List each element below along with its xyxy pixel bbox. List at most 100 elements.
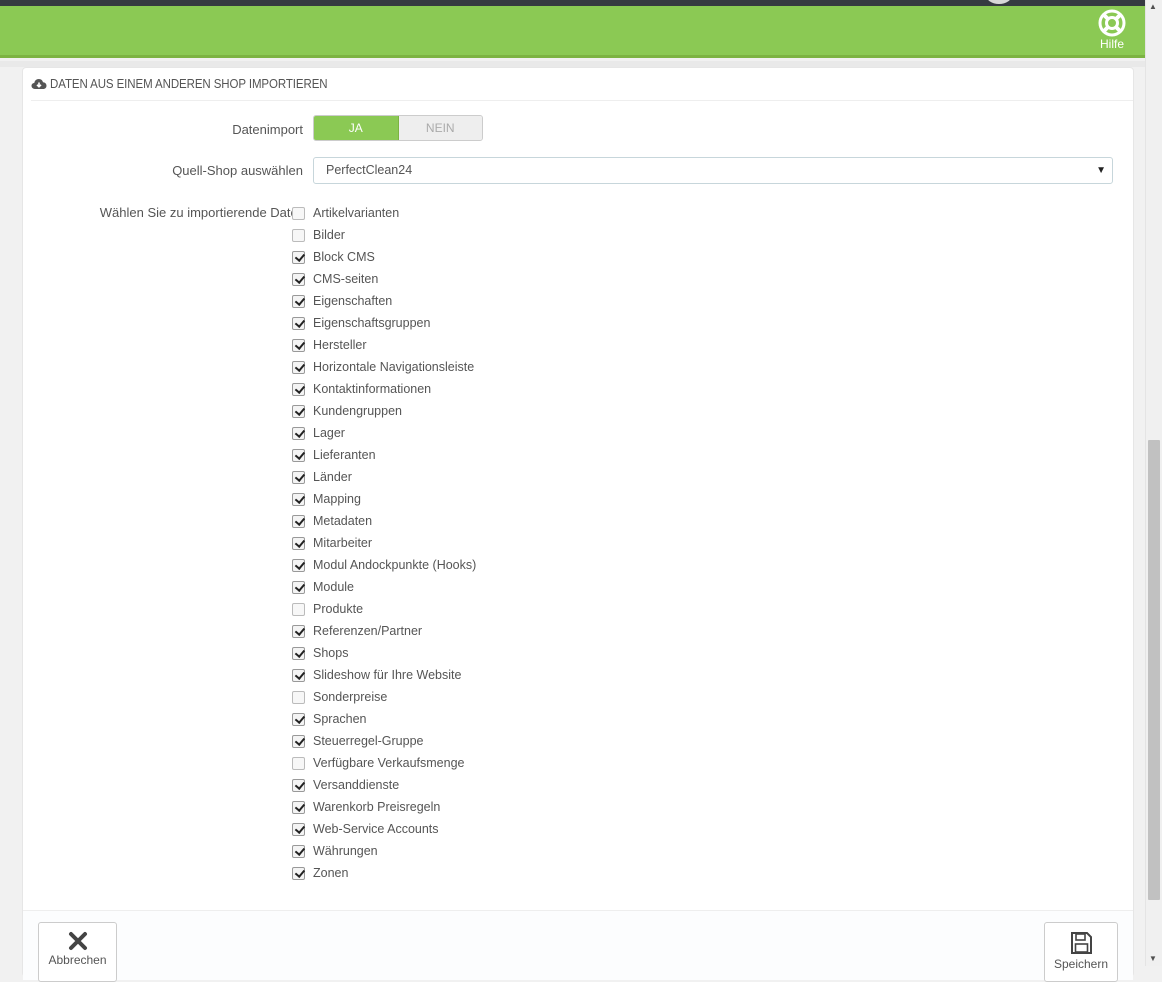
save-button[interactable]: Speichern (1044, 922, 1118, 982)
checkbox-row[interactable]: Block CMS (292, 246, 476, 268)
data-checkbox[interactable] (292, 602, 305, 616)
help-button[interactable]: Hilfe (1094, 9, 1130, 53)
import-switch[interactable]: JA NEIN (313, 115, 483, 141)
checkbox-label: Slideshow für Ihre Website (313, 668, 462, 682)
checkbox-row[interactable]: CMS-seiten (292, 268, 476, 290)
save-label: Speichern (1053, 957, 1109, 971)
lifebuoy-icon (1098, 9, 1126, 37)
checkbox-label: Lieferanten (313, 448, 376, 462)
checkbox-label: Kontaktinformationen (313, 382, 432, 396)
checkbox-label: Bilder (313, 228, 345, 242)
checkbox-row[interactable]: Eigenschaftsgruppen (292, 312, 476, 334)
checkbox-label: Metadaten (313, 514, 373, 528)
checkbox-label: Mapping (313, 492, 361, 506)
data-checkbox[interactable] (292, 734, 305, 748)
scrollbar-thumb[interactable] (1148, 440, 1160, 900)
data-checkbox[interactable] (292, 558, 305, 572)
checkbox-row[interactable]: Warenkorb Preisregeln (292, 796, 476, 818)
data-checkbox[interactable] (292, 668, 305, 682)
checkbox-row[interactable]: Eigenschaften (292, 290, 476, 312)
checkbox-row[interactable]: Sonderpreise (292, 686, 476, 708)
data-checkbox[interactable] (292, 690, 305, 704)
checkbox-label: Eigenschaftsgruppen (313, 316, 431, 330)
checkbox-label: Web-Service Accounts (313, 822, 439, 836)
data-checkbox[interactable] (292, 580, 305, 594)
checkbox-row[interactable]: Lieferanten (292, 444, 476, 466)
data-checkbox[interactable] (292, 624, 305, 638)
checkbox-row[interactable]: Module (292, 576, 476, 598)
data-checkbox[interactable] (292, 338, 305, 352)
data-checkbox[interactable] (292, 844, 305, 858)
checkbox-row[interactable]: Versanddienste (292, 774, 476, 796)
checkbox-label: Modul Andockpunkte (Hooks) (313, 558, 477, 572)
checkbox-row[interactable]: Shops (292, 642, 476, 664)
checkbox-row[interactable]: Artikelvarianten (292, 202, 476, 224)
checkbox-row[interactable]: Lager (292, 422, 476, 444)
panel-heading: Daten aus einem anderen Shop importieren (31, 68, 1133, 101)
checkbox-row[interactable]: Horizontale Navigationsleiste (292, 356, 476, 378)
checkbox-row[interactable]: Verfügbare Verkaufsmenge (292, 752, 476, 774)
data-checkbox[interactable] (292, 250, 305, 264)
checkbox-row[interactable]: Web-Service Accounts (292, 818, 476, 840)
data-checkbox[interactable] (292, 646, 305, 660)
data-checkbox[interactable] (292, 316, 305, 330)
data-checkbox[interactable] (292, 712, 305, 726)
source-shop-label: Quell-Shop auswählen (172, 163, 303, 178)
data-checkbox[interactable] (292, 866, 305, 880)
data-checkbox[interactable] (292, 360, 305, 374)
data-checkbox[interactable] (292, 536, 305, 550)
checkbox-label: Sprachen (313, 712, 367, 726)
switch-yes-option[interactable]: JA (314, 116, 399, 140)
checkbox-label: Verfügbare Verkaufsmenge (313, 756, 465, 770)
checkbox-label: Sonderpreise (313, 690, 388, 704)
checkbox-row[interactable]: Modul Andockpunkte (Hooks) (292, 554, 476, 576)
checkbox-row[interactable]: Kontaktinformationen (292, 378, 476, 400)
data-checkbox[interactable] (292, 756, 305, 770)
data-checkbox[interactable] (292, 470, 305, 484)
checkbox-label: CMS-seiten (313, 272, 379, 286)
data-selection-label: Wählen Sie zu importierende Daten (99, 205, 305, 220)
checkbox-row[interactable]: Länder (292, 466, 476, 488)
checkbox-row[interactable]: Kundengruppen (292, 400, 476, 422)
data-checkbox[interactable] (292, 492, 305, 506)
checkbox-row[interactable]: Slideshow für Ihre Website (292, 664, 476, 686)
checkbox-label: Lager (313, 426, 345, 440)
checkbox-row[interactable]: Produkte (292, 598, 476, 620)
vertical-scrollbar[interactable]: ▲ ▼ (1145, 0, 1162, 966)
switch-no-option[interactable]: NEIN (398, 116, 482, 140)
scroll-down-icon[interactable]: ▼ (1149, 954, 1157, 963)
data-checkbox[interactable] (292, 294, 305, 308)
panel-title: Daten aus einem anderen Shop importieren (50, 77, 328, 91)
data-checkbox[interactable] (292, 822, 305, 836)
checkbox-label: Hersteller (313, 338, 367, 352)
data-checkbox[interactable] (292, 206, 305, 220)
data-checkbox[interactable] (292, 382, 305, 396)
cancel-button[interactable]: Abbrechen (38, 922, 117, 982)
data-checkbox[interactable] (292, 778, 305, 792)
data-checkbox[interactable] (292, 228, 305, 242)
checkbox-row[interactable]: Metadaten (292, 510, 476, 532)
checkbox-row[interactable]: Steuerregel-Gruppe (292, 730, 476, 752)
data-checkbox[interactable] (292, 514, 305, 528)
scroll-up-icon[interactable]: ▲ (1149, 2, 1157, 11)
import-label: Datenimport (232, 122, 303, 137)
checkbox-label: Eigenschaften (313, 294, 393, 308)
checkbox-row[interactable]: Hersteller (292, 334, 476, 356)
data-checkbox[interactable] (292, 426, 305, 440)
cloud-download-icon (31, 79, 47, 89)
data-checkbox[interactable] (292, 272, 305, 286)
source-shop-value: PerfectClean24 (326, 163, 413, 177)
checkbox-row[interactable]: Bilder (292, 224, 476, 246)
checkbox-row[interactable]: Sprachen (292, 708, 476, 730)
checkbox-row[interactable]: Mapping (292, 488, 476, 510)
data-checkbox[interactable] (292, 404, 305, 418)
checkbox-row[interactable]: Zonen (292, 862, 476, 884)
checkbox-label: Module (313, 580, 354, 594)
checkbox-row[interactable]: Mitarbeiter (292, 532, 476, 554)
data-checkbox[interactable] (292, 448, 305, 462)
avatar[interactable] (986, 0, 1012, 4)
data-checkbox[interactable] (292, 800, 305, 814)
source-shop-select[interactable]: PerfectClean24 ▼ (313, 157, 1113, 184)
checkbox-row[interactable]: Währungen (292, 840, 476, 862)
checkbox-row[interactable]: Referenzen/Partner (292, 620, 476, 642)
